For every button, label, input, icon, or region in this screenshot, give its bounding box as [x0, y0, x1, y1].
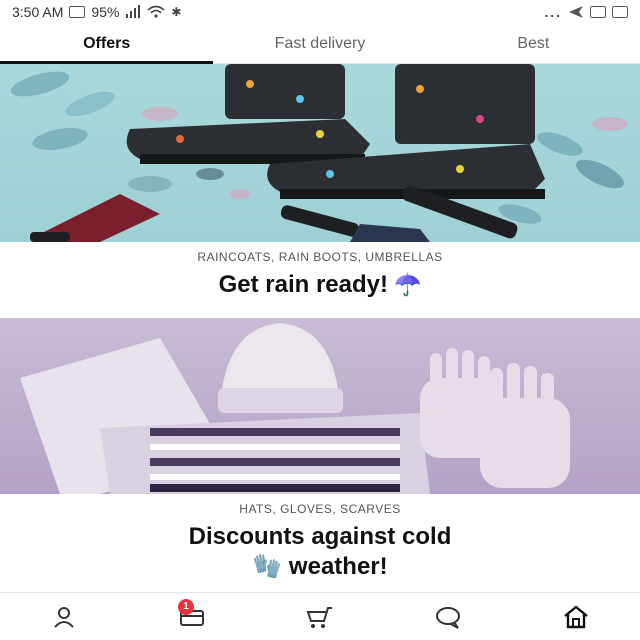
status-bar: 3:50 AM 95% ✱ ... [0, 0, 640, 24]
offer-rain-title-text: Get rain ready! [218, 271, 388, 298]
battery-percent: 95% [91, 4, 120, 20]
status-time: 3:50 AM [12, 4, 64, 20]
wallet-badge: 1 [178, 598, 194, 615]
nav-home[interactable] [546, 597, 606, 637]
status-left: 3:50 AM 95% ✱ [12, 4, 181, 20]
cart-icon [306, 606, 332, 628]
umbrella-emoji: ☂️ [394, 272, 422, 297]
offer-rain-image[interactable] [0, 64, 640, 242]
gallery-icon [590, 6, 606, 18]
chat-icon [436, 606, 460, 629]
gloves [420, 348, 570, 488]
offer-rain-subtitle: RAINCOATS, RAIN BOOTS, UMBRELLAS [197, 250, 443, 264]
send-icon [569, 6, 583, 18]
mail-icon [612, 6, 628, 18]
offer-cold-image[interactable] [0, 318, 640, 494]
battery-icon [69, 6, 86, 18]
nav-wallet[interactable]: 1 [162, 597, 222, 637]
scarf [20, 338, 430, 494]
offer-rain-title: Get rain ready! ☂️ [0, 270, 640, 300]
signal-icon [126, 5, 141, 18]
offer-cold-title-line2: 🧤 weather! [0, 552, 640, 582]
nav-chat[interactable] [418, 597, 478, 637]
wifi-icon [147, 5, 165, 18]
status-right: ... [544, 4, 628, 20]
gloves-emoji: 🧤 [252, 553, 283, 580]
nav-cart[interactable] [290, 597, 350, 637]
tab-bar: Offers Fast delivery Best [0, 24, 640, 64]
offer-rain-caption[interactable]: RAINCOATS, RAIN BOOTS, UMBRELLAS Get rai… [0, 242, 640, 318]
profile-icon [54, 606, 74, 628]
tab-best[interactable]: Best [427, 24, 640, 63]
offer-cold-subtitle: HATS, GLOVES, SCARVES [239, 502, 401, 516]
tab-fast-delivery[interactable]: Fast delivery [213, 24, 426, 63]
offer-cold-title-line2-text: weather! [288, 553, 388, 580]
offer-cold-title: Discounts against cold 🧤 weather! [0, 522, 640, 582]
home-icon [564, 604, 588, 628]
offer-cold-title-line1: Discounts against cold [188, 523, 452, 550]
nav-profile[interactable] [34, 597, 94, 637]
tab-offers[interactable]: Offers [0, 24, 214, 64]
more-dots: ... [544, 4, 562, 20]
cold-illustration [20, 323, 570, 494]
bottom-nav: 1 [0, 592, 640, 640]
knit-hat [218, 323, 343, 413]
rain-illustration [10, 64, 628, 242]
offer-cold-caption[interactable]: HATS, GLOVES, SCARVES Discounts against … [0, 494, 640, 590]
bluetooth-icon: ✱ [171, 5, 182, 19]
